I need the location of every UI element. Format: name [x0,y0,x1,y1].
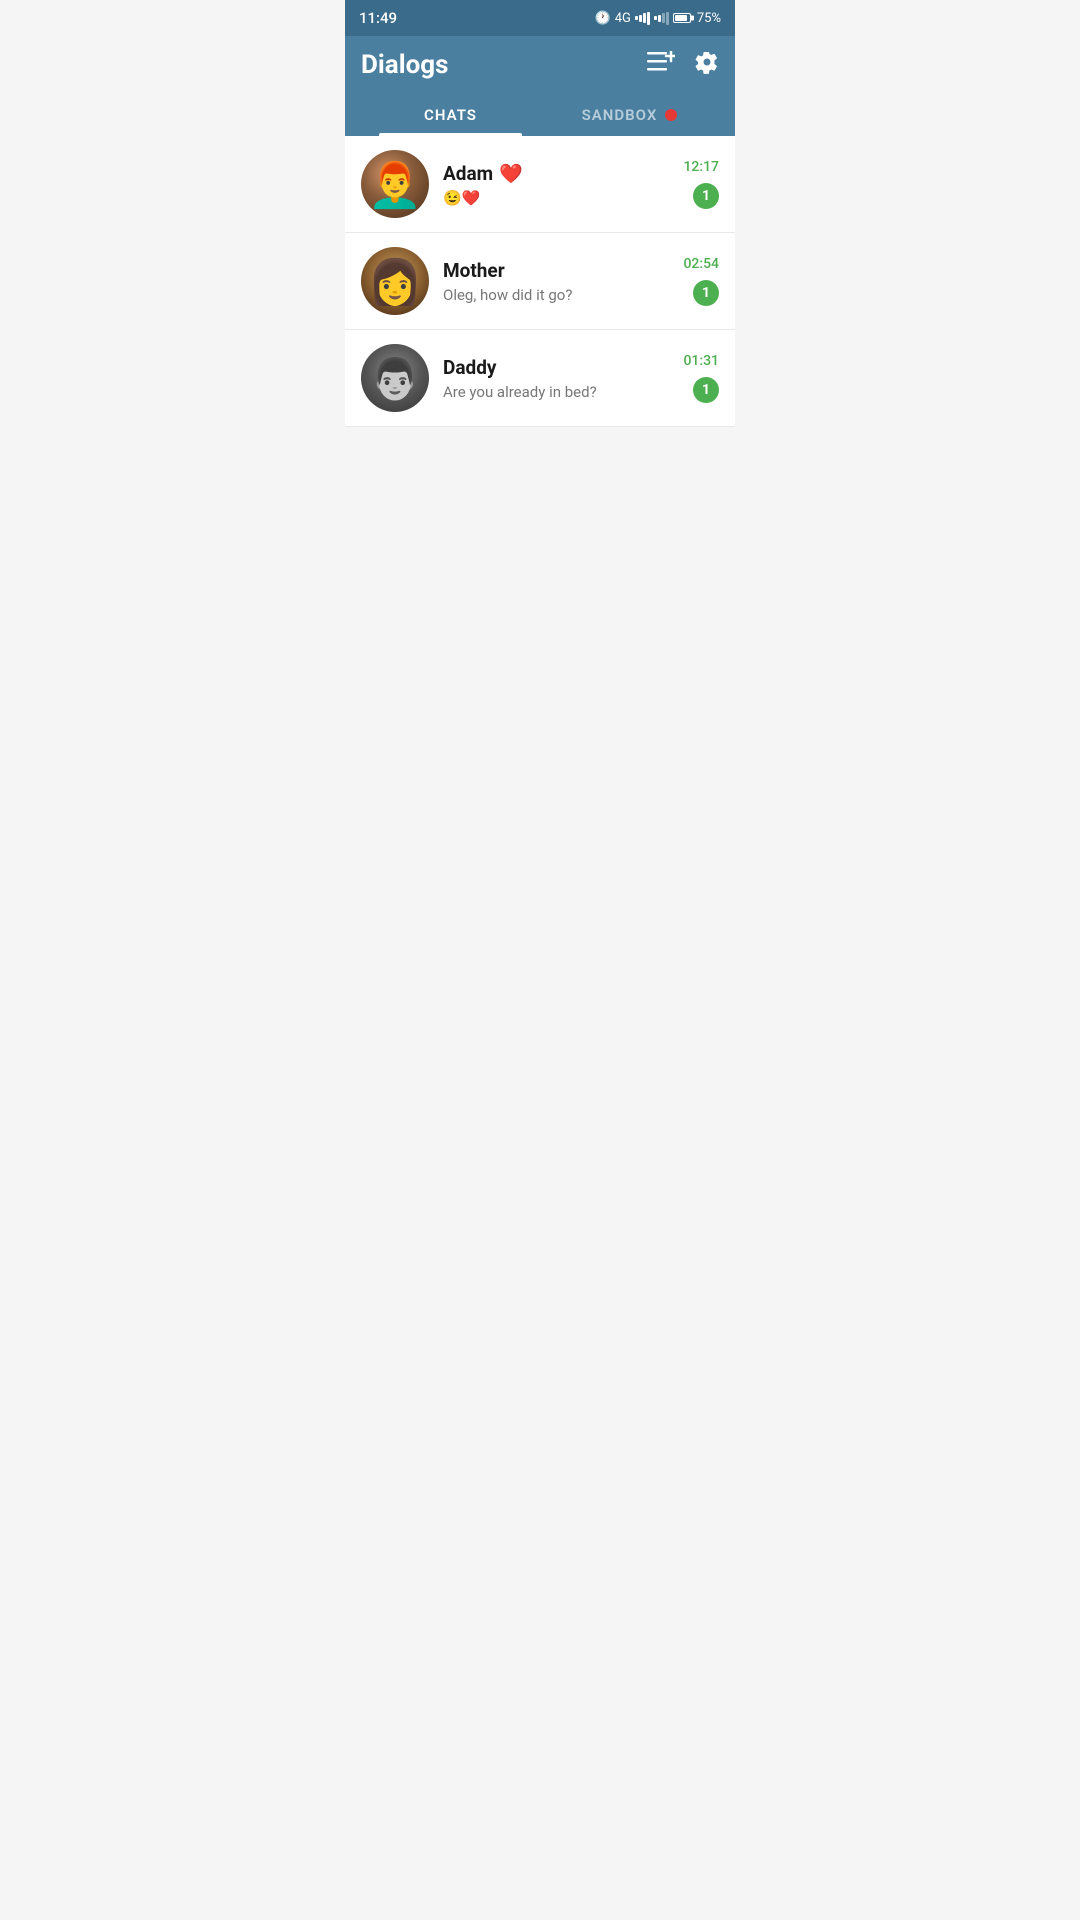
chat-name-adam: Adam ❤️ [443,162,673,185]
chat-name-mother: Mother [443,259,673,282]
new-chat-button[interactable] [647,51,675,79]
chat-list: Adam ❤️ 😉❤️ 12:17 1 Mother Oleg, how did… [345,136,735,427]
chat-badge-mother: 1 [693,280,719,306]
chat-time-mother: 02:54 [683,256,719,272]
settings-button[interactable] [695,50,719,80]
chat-item-mother[interactable]: Mother Oleg, how did it go? 02:54 1 [345,233,735,330]
chat-badge-adam: 1 [693,183,719,209]
chat-preview-daddy: Are you already in bed? [443,383,673,401]
chat-content-daddy: Daddy Are you already in bed? [443,356,673,401]
chat-time-adam: 12:17 [683,159,719,175]
avatar-daddy [361,344,429,412]
chat-time-daddy: 01:31 [683,353,719,369]
chat-meta-mother: 02:54 1 [683,256,719,306]
page-title: Dialogs [361,50,448,80]
tabs: CHATS SANDBOX [361,94,719,136]
chat-name-daddy: Daddy [443,356,673,379]
header: Dialogs CHATS SANDBOX [345,36,735,136]
header-actions [647,50,719,80]
chat-item-adam[interactable]: Adam ❤️ 😉❤️ 12:17 1 [345,136,735,233]
chat-meta-adam: 12:17 1 [683,159,719,209]
chat-preview-adam: 😉❤️ [443,189,673,207]
battery-icon [673,13,691,23]
chat-content-mother: Mother Oleg, how did it go? [443,259,673,304]
tab-sandbox[interactable]: SANDBOX [540,94,719,136]
tab-chats[interactable]: CHATS [361,94,540,136]
chat-meta-daddy: 01:31 1 [683,353,719,403]
signal-x-icon [654,11,669,25]
chat-item-daddy[interactable]: Daddy Are you already in bed? 01:31 1 [345,330,735,427]
status-bar: 11:49 🕐 4G 75% [345,0,735,36]
avatar-mother [361,247,429,315]
chat-preview-mother: Oleg, how did it go? [443,286,673,304]
avatar-adam [361,150,429,218]
status-time: 11:49 [359,9,397,27]
chat-name-emoji-adam: ❤️ [499,162,523,185]
battery-percent: 75% [697,11,721,26]
chat-badge-daddy: 1 [693,377,719,403]
sandbox-notification-dot [665,109,677,121]
clock-icon: 🕐 [595,11,611,26]
chat-content-adam: Adam ❤️ 😉❤️ [443,162,673,207]
network-label: 4G [615,11,631,26]
signal-icon [635,11,650,25]
status-icons: 🕐 4G 75% [595,11,722,26]
